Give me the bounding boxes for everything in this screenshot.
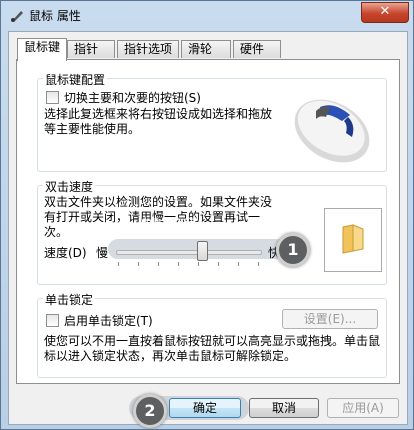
group-title: 单击锁定 <box>43 291 96 308</box>
window-title: 鼠标 属性 <box>29 9 81 23</box>
dialog-client: 鼠标键 指针 指针选项 滑轮 硬件 鼠标键配置 切换主要和次要的按钮(S) 选择… <box>8 31 408 428</box>
folder-icon[interactable] <box>339 223 367 258</box>
test-folder-area[interactable] <box>324 208 382 272</box>
slider-tick <box>238 262 239 266</box>
close-icon: ✕ <box>379 4 391 19</box>
tab-label: 滑轮 <box>188 42 213 56</box>
mouse-image <box>286 93 378 168</box>
tab-label: 硬件 <box>240 42 265 56</box>
speed-slider-track[interactable] <box>116 250 262 255</box>
tab-label: 指针 <box>74 42 99 56</box>
mouse-properties-window: 鼠标 属性 ✕ 鼠标键 指针 指针选项 滑轮 硬件 鼠标键配置 切换主要和次要的… <box>0 0 414 430</box>
slider-tick <box>138 262 139 266</box>
double-click-group: 双击速度 双击文件夹以检测您的设置。如果文件夹没有打开或关闭，请用慢一点的设置再… <box>37 178 387 285</box>
slow-label: 慢 <box>96 246 109 260</box>
slider-tick <box>118 262 119 266</box>
cancel-button[interactable]: 取消 <box>249 398 319 418</box>
tab-wheel[interactable]: 滑轮 <box>181 40 231 58</box>
step-marker-1: 1 <box>276 233 310 267</box>
title-bar[interactable]: 鼠标 属性 ✕ <box>1 1 413 31</box>
step-marker-2: 2 <box>133 394 167 428</box>
button-label: 设置(E)... <box>303 312 357 326</box>
watermark-text: 电脑诊所 <box>138 216 199 234</box>
tab-label: 指针选项 <box>124 42 173 56</box>
button-config-group: 鼠标键配置 切换主要和次要的按钮(S) 选择此复选框来将右按钮设成如选择和拖放等… <box>37 71 387 172</box>
speed-label: 速度(D) <box>44 246 87 260</box>
close-button[interactable]: ✕ <box>361 2 409 23</box>
slider-tick <box>258 262 259 266</box>
button-label: 取消 <box>271 401 296 415</box>
slider-tick <box>158 262 159 266</box>
tab-buttons[interactable]: 鼠标键 <box>17 38 67 61</box>
click-lock-label: 启用单击锁定(T) <box>64 314 153 328</box>
button-label: 确定 <box>192 401 217 415</box>
tab-pointer-options[interactable]: 指针选项 <box>117 40 179 58</box>
tab-panel: 鼠标键配置 切换主要和次要的按钮(S) 选择此复选框来将右按钮设成如选择和拖放等… <box>16 59 400 384</box>
click-lock-settings-button[interactable]: 设置(E)... <box>282 309 378 329</box>
click-lock-group: 单击锁定 启用单击锁定(T) 设置(E)... 使您可以不用一直按着鼠标按钮就可… <box>37 291 387 378</box>
slider-tick <box>198 262 199 266</box>
group-title: 双击速度 <box>43 178 96 195</box>
group-title: 鼠标键配置 <box>43 71 108 88</box>
slider-tick <box>178 262 179 266</box>
swap-buttons-label: 切换主要和次要的按钮(S) <box>64 91 201 105</box>
ok-button[interactable]: 确定 <box>169 398 241 418</box>
apply-button[interactable]: 应用(A) <box>327 398 399 418</box>
slider-tick <box>218 262 219 266</box>
tab-label: 鼠标键 <box>24 40 61 54</box>
click-lock-checkbox[interactable] <box>46 314 59 327</box>
click-lock-description: 使您可以不用一直按着鼠标按钮就可以高亮显示或拖拽。单击鼠标以进入锁定状态，再次单… <box>44 334 381 363</box>
button-label: 应用(A) <box>342 401 384 415</box>
tab-pointers[interactable]: 指针 <box>67 40 115 58</box>
button-config-description: 选择此复选框来将右按钮设成如选择和拖放等主要性能使用。 <box>44 107 273 136</box>
swap-buttons-checkbox[interactable] <box>46 91 59 104</box>
speed-slider-thumb[interactable] <box>197 241 209 261</box>
tab-hardware[interactable]: 硬件 <box>233 40 281 58</box>
mouse-app-icon <box>9 8 25 24</box>
